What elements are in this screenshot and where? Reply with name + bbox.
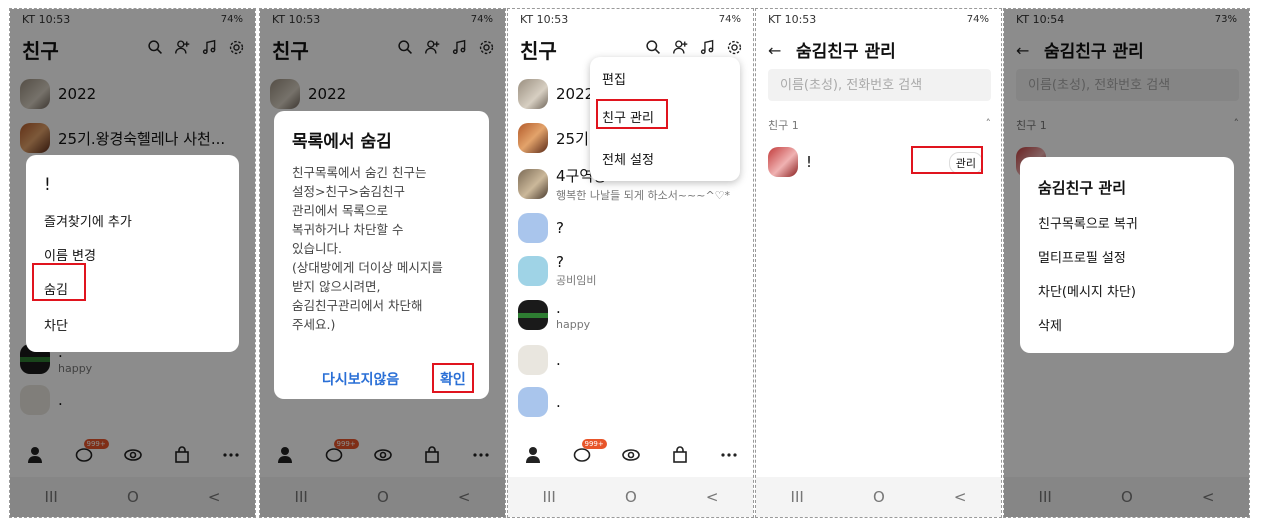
settings-dropdown: 편집 친구 관리 전체 설정 — [590, 57, 740, 181]
chat-tab-icon[interactable]: 999+ — [572, 439, 607, 465]
dialog-title: 목록에서 숨김 — [292, 132, 392, 152]
status-bar: KT 10:53 74% — [508, 9, 753, 29]
phone-panel-4: KT 10:53 74% ← 숨김친구 관리 친구 1 ˄ ! 관리 III O… — [755, 8, 1002, 518]
bottom-tab-bar: 999+ — [508, 435, 753, 475]
menu-item-favorite[interactable]: 즐겨찾기에 추가 — [44, 211, 132, 230]
phone-panel-5: KT 10:54 73% ← 숨김친구 관리 친구 1 ˄ III O < 숨김… — [1003, 8, 1250, 518]
list-item[interactable]: ? 공비임비 — [518, 253, 596, 288]
friend-name: 25기 — [556, 129, 589, 148]
friend-name: . — [556, 351, 561, 369]
menu-item-restore[interactable]: 친구목록으로 복귀 — [1038, 213, 1138, 232]
phone-panel-3: KT 10:53 74% 친구 2022 25기 4구역장 행복한 나날들 되게 … — [507, 8, 754, 518]
status-time: KT 10:53 — [520, 12, 569, 26]
highlight-box — [596, 99, 668, 129]
friend-status: 행복한 나날들 되게 하소서~~~^♡* — [556, 189, 731, 202]
more-tab-icon[interactable] — [719, 445, 739, 465]
avatar — [518, 123, 548, 153]
hide-dialog: 목록에서 숨김 친구목록에서 숨긴 친구는 설정>친구>숨김친구 관리에서 목록… — [274, 111, 489, 399]
menu-item-name: ! — [44, 175, 51, 195]
section-label: 친구 1 — [768, 119, 799, 132]
status-battery: 74% — [718, 13, 741, 25]
menu-title: 숨김친구 관리 — [1038, 179, 1127, 197]
friend-name: ! — [806, 153, 813, 171]
menu-item-edit[interactable]: 편집 — [602, 69, 626, 88]
avatar — [518, 345, 548, 375]
page-title: 숨김친구 관리 — [796, 42, 896, 62]
friend-name: . — [556, 393, 561, 411]
avatar — [768, 147, 798, 177]
list-item[interactable]: ? — [518, 213, 564, 243]
add-friend-icon[interactable] — [672, 39, 689, 56]
view-tab-icon[interactable] — [621, 445, 641, 465]
highlight-box — [32, 263, 86, 301]
music-icon[interactable] — [699, 39, 716, 56]
menu-item-multiprofile[interactable]: 멀티프로필 설정 — [1038, 247, 1126, 266]
list-item[interactable]: 25기 — [518, 123, 589, 153]
phone-panel-2: KT 10:53 74% 친구 2022 999+ III O < 목록에서 숨… — [259, 8, 506, 518]
friend-name: ? — [556, 219, 564, 237]
phone-panel-1: KT 10:53 74% 친구 2022 25기.왕경숙헬레나 사천... .h… — [9, 8, 256, 518]
recent-apps-button[interactable]: III — [543, 488, 556, 506]
back-button[interactable]: < — [954, 488, 967, 506]
back-button[interactable]: < — [706, 488, 719, 506]
list-item[interactable]: 2022 — [518, 79, 594, 109]
screenshot-stage: KT 10:53 74% 친구 2022 25기.왕경숙헬레나 사천... .h… — [0, 0, 1261, 526]
list-item[interactable]: . — [518, 345, 561, 375]
back-arrow-icon[interactable]: ← — [768, 41, 781, 60]
friend-status: 공비임비 — [556, 274, 597, 287]
list-item[interactable]: ! — [768, 147, 812, 177]
dialog-body: 친구목록에서 숨긴 친구는 설정>친구>숨김친구 관리에서 목록으로 복귀하거나… — [292, 165, 443, 332]
system-nav-bar: III O < — [508, 477, 753, 517]
menu-item-block[interactable]: 차단 — [44, 315, 68, 334]
status-bar: KT 10:53 74% — [756, 9, 1001, 29]
chevron-up-icon[interactable]: ˄ — [986, 117, 992, 133]
home-button[interactable]: O — [873, 488, 885, 506]
shopping-tab-icon[interactable] — [670, 445, 690, 465]
system-nav-bar: III O < — [756, 477, 1001, 517]
status-time: KT 10:53 — [768, 12, 817, 26]
header-icons — [645, 39, 743, 56]
friend-name: . — [556, 299, 561, 317]
context-menu: ! 즐겨찾기에 추가 이름 변경 숨김 차단 — [26, 155, 239, 352]
menu-item-all-settings[interactable]: 전체 설정 — [602, 149, 654, 168]
menu-item-delete[interactable]: 삭제 — [1038, 315, 1062, 334]
highlight-box — [911, 146, 983, 174]
avatar — [518, 300, 548, 330]
friend-name: ? — [556, 253, 564, 271]
hidden-friend-menu: 숨김친구 관리 친구목록으로 복귀 멀티프로필 설정 차단(메시지 차단) 삭제 — [1020, 157, 1234, 353]
avatar — [518, 169, 548, 199]
friend-status: happy — [556, 318, 591, 331]
home-button[interactable]: O — [625, 488, 637, 506]
friends-tab-icon[interactable] — [523, 445, 543, 465]
unread-badge: 999+ — [581, 439, 607, 449]
highlight-box — [432, 363, 474, 393]
avatar — [518, 79, 548, 109]
friend-name: 2022 — [556, 85, 595, 103]
avatar — [518, 387, 548, 417]
section-header: 친구 1 ˄ — [768, 117, 991, 133]
gear-icon[interactable] — [726, 39, 743, 56]
search-icon[interactable] — [645, 39, 662, 56]
menu-item-block[interactable]: 차단(메시지 차단) — [1038, 281, 1136, 300]
list-item[interactable]: . happy — [518, 299, 590, 331]
menu-item-rename[interactable]: 이름 변경 — [44, 245, 96, 264]
avatar — [518, 255, 548, 286]
status-battery: 74% — [966, 13, 989, 25]
search-input[interactable] — [768, 69, 991, 101]
avatar — [518, 213, 548, 243]
page-title: 친구 — [520, 39, 557, 63]
list-item[interactable]: . — [518, 387, 561, 417]
recent-apps-button[interactable]: III — [791, 488, 804, 506]
dont-show-again-button[interactable]: 다시보지않음 — [322, 369, 399, 389]
